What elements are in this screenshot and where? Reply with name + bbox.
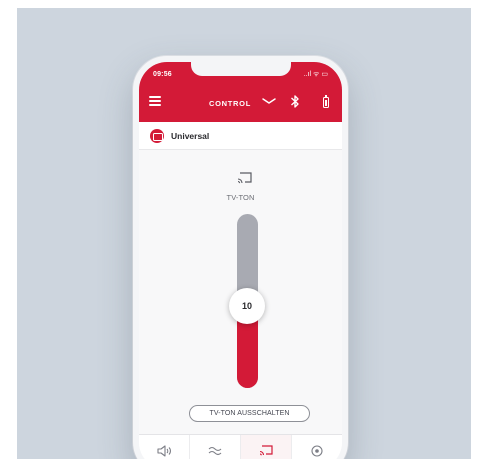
app-screen: 09:56 ..ıl ᯤ ▭ CONTROL Universal TV-TON: [139, 62, 342, 459]
device-icon: [150, 129, 164, 143]
phone-notch: [190, 62, 291, 76]
tab-waves[interactable]: [190, 435, 241, 459]
tab-cast[interactable]: [241, 435, 292, 459]
speaker-icon: [157, 445, 171, 457]
phone-frame: 09:56 ..ıl ᯤ ▭ CONTROL Universal TV-TON: [133, 56, 348, 459]
cast-icon: [259, 445, 273, 456]
cast-icon: [237, 172, 252, 184]
battery-icon: [323, 95, 329, 108]
status-bar: 09:56 ..ıl ᯤ ▭: [139, 62, 342, 84]
chevron-down-icon[interactable]: [262, 96, 276, 106]
device-selector[interactable]: Universal: [139, 122, 342, 150]
tab-bar: [139, 434, 342, 459]
app-header: 09:56 ..ıl ᯤ ▭ CONTROL: [139, 62, 342, 122]
menu-icon[interactable]: [149, 96, 161, 106]
tab-settings[interactable]: [292, 435, 342, 459]
audio-mode-label: TV-TON: [226, 193, 255, 202]
waves-icon: [208, 446, 222, 456]
status-time: 09:56: [153, 71, 172, 78]
tv-audio-off-button[interactable]: TV-TON AUSSCHALTEN: [189, 405, 310, 422]
device-name: Universal: [171, 131, 210, 141]
settings-icon: [311, 445, 323, 457]
tab-speaker[interactable]: [139, 435, 190, 459]
status-icons: ..ıl ᯤ ▭: [303, 71, 328, 78]
volume-value: 10: [241, 301, 252, 312]
bluetooth-icon[interactable]: [290, 94, 300, 109]
header-title: CONTROL: [209, 99, 251, 108]
volume-slider-knob[interactable]: 10: [229, 288, 265, 325]
